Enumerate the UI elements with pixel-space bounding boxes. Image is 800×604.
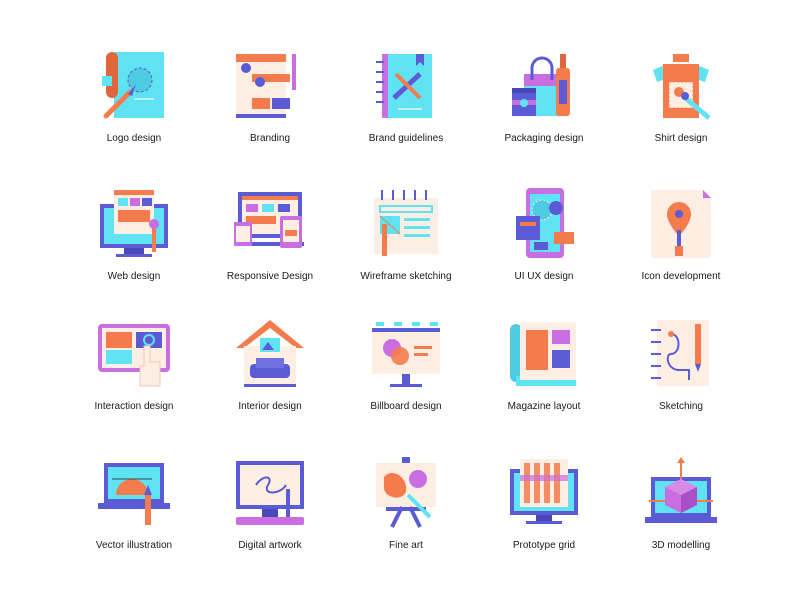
- interaction-design-icon: [98, 324, 170, 387]
- icon-tile-web-design: Web design: [66, 186, 202, 282]
- icon-tile-interaction-design: Interaction design: [66, 316, 202, 412]
- interior-design-icon: [236, 320, 304, 387]
- icon-label: Branding: [249, 133, 291, 144]
- icon-label: Logo design: [106, 133, 162, 144]
- icon-label: Icon development: [641, 271, 721, 282]
- web-design-icon: [100, 190, 168, 257]
- icon-tile-vector-illustration: Vector illustration: [66, 455, 202, 551]
- digital-artwork-icon: [236, 461, 304, 525]
- icon-tile-ui-ux-design: UI UX design: [476, 186, 612, 282]
- icon-label: Vector illustration: [95, 540, 173, 551]
- icon-label: Web design: [107, 271, 161, 282]
- packaging-design-icon: [512, 54, 570, 116]
- responsive-design-icon: [234, 192, 304, 248]
- icon-tile-sketching: Sketching: [613, 316, 749, 412]
- icon-tile-3d-modelling: 3D modelling: [613, 455, 749, 551]
- icon-label: Interior design: [238, 401, 302, 412]
- icon-tile-wireframe-sketching: Wireframe sketching: [338, 186, 474, 282]
- vector-illustration-icon: [98, 463, 170, 525]
- icon-tile-icon-development: Icon development: [613, 186, 749, 282]
- icon-tile-packaging-design: Packaging design: [476, 48, 612, 144]
- brand-guidelines-icon: [376, 54, 432, 118]
- icon-label: Shirt design: [654, 133, 708, 144]
- sketching-icon: [651, 320, 709, 386]
- billboard-design-icon: [372, 322, 440, 387]
- icon-tile-fine-art: Fine art: [338, 455, 474, 551]
- icon-tile-interior-design: Interior design: [202, 316, 338, 412]
- icon-label: Digital artwork: [238, 540, 302, 551]
- icon-tile-billboard-design: Billboard design: [338, 316, 474, 412]
- icon-label: Sketching: [659, 401, 703, 412]
- shirt-design-icon: [653, 54, 711, 120]
- icon-tile-brand-guidelines: Brand guidelines: [338, 48, 474, 144]
- icon-tile-magazine-layout: Magazine layout: [476, 316, 612, 412]
- icon-label: Packaging design: [504, 133, 584, 144]
- icon-tile-logo-design: Logo design: [66, 48, 202, 144]
- branding-icon: [236, 54, 296, 118]
- icon-label: Responsive Design: [226, 271, 314, 282]
- fine-art-icon: [376, 457, 436, 528]
- wireframe-sketching-icon: [374, 190, 438, 256]
- icon-label: Magazine layout: [507, 401, 581, 412]
- logo-design-icon: [102, 52, 164, 119]
- icon-label: Prototype grid: [512, 540, 576, 551]
- icon-tile-responsive-design: Responsive Design: [202, 186, 338, 282]
- prototype-grid-icon: [510, 459, 578, 524]
- icon-label: Billboard design: [370, 401, 442, 412]
- icon-label: Brand guidelines: [368, 133, 444, 144]
- icon-development-icon: [651, 190, 711, 258]
- icon-tile-branding: Branding: [202, 48, 338, 144]
- icon-label: Fine art: [389, 540, 423, 551]
- 3d-modelling-icon: [645, 457, 717, 523]
- magazine-layout-icon: [510, 322, 576, 386]
- icon-tile-digital-artwork: Digital artwork: [202, 455, 338, 551]
- icon-label: UI UX design: [514, 271, 574, 282]
- icon-label: Wireframe sketching: [360, 271, 452, 282]
- icon-tile-shirt-design: Shirt design: [613, 48, 749, 144]
- ui-ux-design-icon: [516, 188, 574, 258]
- icon-label: Interaction design: [94, 401, 174, 412]
- icon-label: 3D modelling: [651, 540, 711, 551]
- icon-tile-prototype-grid: Prototype grid: [476, 455, 612, 551]
